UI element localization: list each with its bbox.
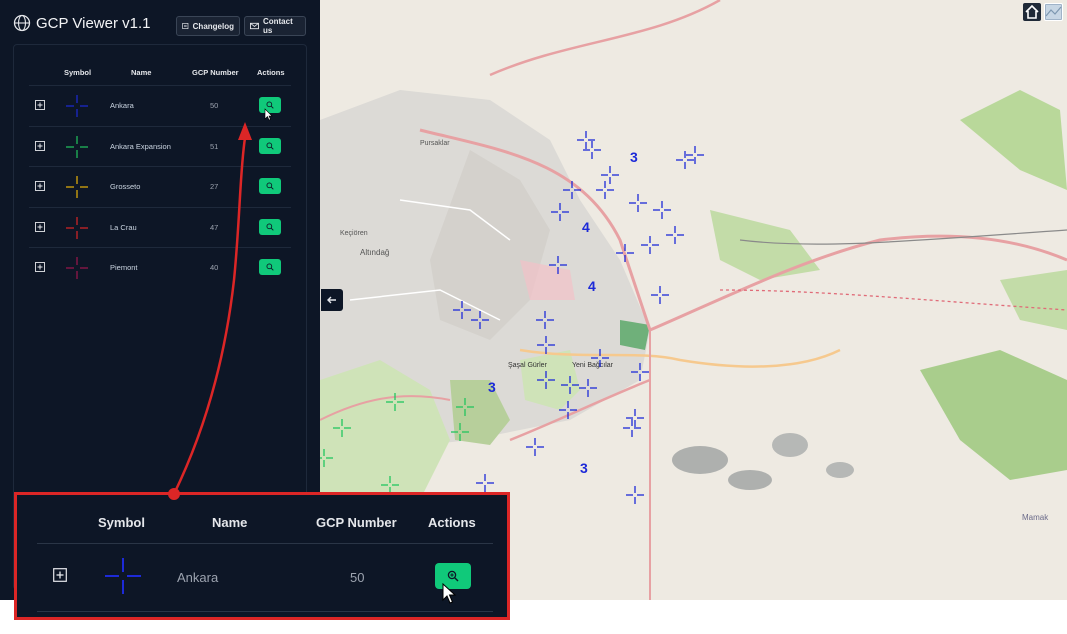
globe-icon — [13, 14, 31, 32]
row-gcp-number: 51 — [210, 141, 219, 151]
row-gcp-number: 47 — [210, 222, 219, 232]
row-name: Piemont — [110, 263, 138, 272]
changelog-icon — [182, 23, 189, 29]
zoom-icon — [266, 223, 274, 231]
callout-row-gcp-number: 50 — [350, 570, 365, 585]
callout-header-gcp-number: GCP Number — [316, 515, 397, 530]
callout-row-name: Ankara — [177, 570, 219, 585]
table-row: Ankara 50 — [29, 85, 291, 125]
zoom-callout: Symbol Name GCP Number Actions Ankara 50 — [14, 492, 510, 620]
home-button[interactable] — [1023, 3, 1041, 21]
stage: Pursaklar Altındağ Keçiören Mamak Yeni B… — [0, 0, 1067, 634]
map-place-label: Şaşal Gürler — [508, 362, 548, 369]
crosshair-icon — [66, 135, 88, 158]
callout-header-actions: Actions — [428, 515, 476, 530]
contact-label: Contact us — [262, 17, 293, 35]
map-place-label: Keçiören — [340, 230, 368, 237]
crosshair-icon — [66, 95, 88, 117]
header-actions: Actions — [257, 68, 285, 77]
zoom-to-button[interactable] — [259, 178, 281, 194]
plus-icon[interactable] — [35, 140, 45, 151]
collapse-sidebar-button[interactable] — [321, 289, 343, 311]
row-name: Ankara Expansion — [110, 141, 171, 151]
row-gcp-number: 27 — [210, 182, 219, 191]
zoom-to-button[interactable] — [259, 137, 281, 154]
cluster-count[interactable]: 4 — [588, 278, 596, 294]
cursor-icon — [442, 583, 457, 604]
plus-icon[interactable] — [35, 181, 45, 191]
plus-icon[interactable] — [35, 262, 45, 272]
map-place-label: Mamak — [1022, 513, 1049, 522]
crosshair-icon — [66, 176, 88, 198]
map-place-label: Pursaklar — [420, 140, 450, 147]
table-row: La Crau 47 — [29, 206, 291, 247]
table-row: Piemont 40 — [29, 247, 291, 287]
mail-icon — [250, 22, 259, 30]
zoom-icon — [266, 263, 274, 271]
row-name: Ankara — [110, 101, 134, 110]
divider — [37, 611, 493, 612]
app-title: GCP Viewer v1.1 — [36, 15, 151, 32]
cluster-count[interactable]: 3 — [580, 460, 588, 476]
arrow-left-icon — [327, 296, 336, 304]
crosshair-icon — [66, 216, 88, 239]
header-gcp-number: GCP Number — [192, 68, 239, 77]
row-name: Grosseto — [110, 182, 141, 191]
row-gcp-number: 50 — [210, 101, 219, 110]
layers-icon — [1045, 5, 1062, 19]
crosshair-icon — [66, 257, 88, 279]
cluster-count[interactable]: 3 — [488, 379, 496, 395]
row-gcp-number: 40 — [210, 263, 219, 272]
cluster-count[interactable]: 3 — [630, 149, 638, 165]
header-symbol: Symbol — [64, 68, 92, 77]
changelog-label: Changelog — [192, 21, 234, 31]
app-header: GCP Viewer v1.1 Changelog Contact us — [0, 0, 320, 48]
zoom-to-button[interactable] — [259, 259, 281, 275]
contact-button[interactable]: Contact us — [244, 16, 306, 36]
home-icon — [1025, 4, 1039, 19]
zoom-icon — [266, 101, 274, 109]
zoom-to-button[interactable] — [259, 218, 281, 235]
plus-icon[interactable] — [35, 100, 45, 110]
table-row: Grosseto 27 — [29, 166, 291, 206]
header-name: Name — [131, 68, 152, 77]
map-place-label: Altındağ — [360, 248, 389, 257]
row-name: La Crau — [110, 222, 137, 232]
zoom-icon — [266, 142, 274, 150]
zoom-icon — [447, 570, 459, 582]
cluster-count[interactable]: 4 — [582, 219, 590, 235]
crosshair-icon — [105, 558, 141, 594]
table-row: Ankara Expansion 51 — [29, 125, 291, 166]
plus-icon[interactable] — [53, 568, 67, 582]
divider — [37, 543, 493, 544]
zoom-to-button[interactable] — [259, 97, 281, 113]
plus-icon[interactable] — [35, 221, 45, 232]
zoom-icon — [266, 182, 274, 190]
changelog-button[interactable]: Changelog — [176, 16, 240, 36]
callout-header-name: Name — [212, 515, 248, 530]
callout-header-symbol: Symbol — [98, 515, 145, 530]
layers-button[interactable] — [1044, 3, 1063, 21]
map-place-label: Yeni Bağcılar — [572, 362, 614, 369]
